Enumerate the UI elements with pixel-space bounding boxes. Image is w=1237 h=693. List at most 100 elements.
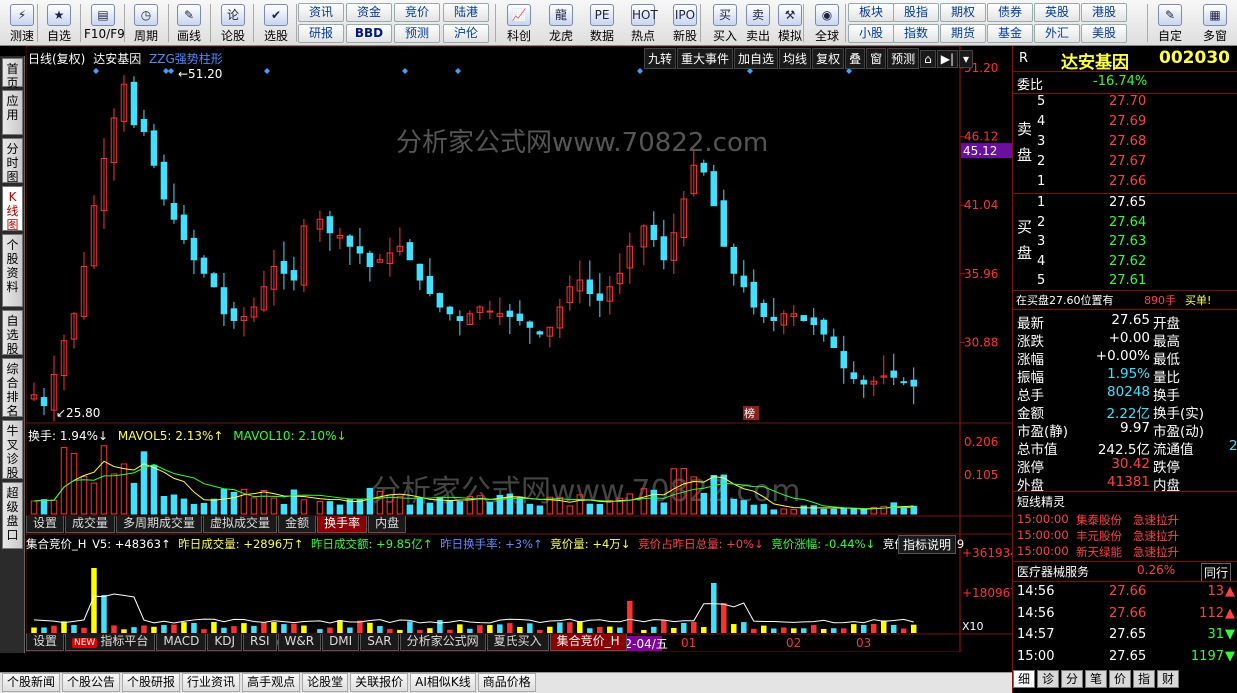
peer-button[interactable]: 同行 xyxy=(1201,563,1232,582)
toolbar-pair-top-7[interactable]: 债券 xyxy=(987,3,1033,22)
quote-tab-5[interactable]: 指 xyxy=(1133,670,1155,688)
toolbar-shuju-button[interactable]: PE 数据 xyxy=(583,2,621,44)
ask-row[interactable]: 5 27.70 xyxy=(1013,94,1237,112)
toolbar-pair-top-4[interactable]: 板块 xyxy=(848,3,894,22)
volume-tab-4[interactable]: 金额 xyxy=(278,516,317,533)
news-tab-4[interactable]: 高手观点 xyxy=(242,673,301,692)
toolbar-pair-bottom-8[interactable]: 外汇 xyxy=(1034,24,1080,43)
chart-top-button-5[interactable]: 叠 xyxy=(845,48,866,69)
chart-tool-icon-2[interactable]: ▾ xyxy=(959,50,974,68)
indicator-tab-0[interactable]: 设置 xyxy=(26,634,65,651)
toolbar-pair-top-1[interactable]: 资金 xyxy=(346,3,392,22)
chart-indicator-name[interactable]: ZZG强势柱形 xyxy=(149,52,223,66)
toolbar-pair-top-5[interactable]: 股指 xyxy=(893,3,939,22)
news-tab-0[interactable]: 个股新闻 xyxy=(2,673,61,692)
toolbar-pair-top-8[interactable]: 英股 xyxy=(1034,3,1080,22)
left-tab-4[interactable]: 个 股 资 料 xyxy=(2,234,23,307)
toolbar-zhouqi-button[interactable]: ◷ 周期 xyxy=(127,2,165,44)
toolbar-xuangu-button[interactable]: ✔ 选股 xyxy=(257,2,295,44)
news-tab-7[interactable]: AI相似K线 xyxy=(410,673,476,692)
elf-row[interactable]: 15:00:00 新天绿能 急速拉升 xyxy=(1013,544,1237,562)
indicator-tab-4[interactable]: RSI xyxy=(243,634,277,651)
left-tab-3[interactable]: K 线 图 xyxy=(2,186,23,232)
left-tab-7[interactable]: 牛 叉 诊 股 xyxy=(2,420,23,480)
toolbar-f10-button[interactable]: ▤ F10/F9 xyxy=(84,2,125,44)
bid-row[interactable]: 4 27.62 xyxy=(1013,254,1237,272)
volume-tab-5[interactable]: 换手率 xyxy=(317,516,368,533)
toolbar-pair-top-0[interactable]: 资讯 xyxy=(298,3,344,22)
toolbar-huaxian-button[interactable]: ✎ 画线 xyxy=(170,2,208,44)
toolbar-pair-bottom-6[interactable]: 期货 xyxy=(940,24,986,43)
chart-top-button-3[interactable]: 均线 xyxy=(779,48,812,69)
kline-chart-svg[interactable]: 51.2046.1241.0435.9630.8845.12分析家公式网www.… xyxy=(25,45,1018,653)
chart-top-button-7[interactable]: 预测 xyxy=(887,48,920,69)
indicator-tab-1[interactable]: NEW 指标平台 xyxy=(65,634,156,651)
indicator-tab-3[interactable]: KDJ xyxy=(207,634,242,651)
chart-top-button-4[interactable]: 复权 xyxy=(812,48,845,69)
left-tab-0[interactable]: 首 页 xyxy=(2,58,23,90)
ask-row[interactable]: 2 27.67 xyxy=(1013,154,1237,172)
chart-top-button-1[interactable]: 重大事件 xyxy=(677,48,734,69)
quote-tab-2[interactable]: 分 xyxy=(1061,670,1083,688)
toolbar-pair-bottom-3[interactable]: 沪伦 xyxy=(443,24,489,43)
indicator-tab-8[interactable]: 分析家公式网 xyxy=(399,634,486,651)
toolbar-zixuan-button[interactable]: ★ 自选 xyxy=(40,2,78,44)
news-tab-2[interactable]: 个股研报 xyxy=(122,673,181,692)
indicator-tab-7[interactable]: SAR xyxy=(360,634,399,651)
toolbar-pair-top-6[interactable]: 期权 xyxy=(940,3,986,22)
news-tab-8[interactable]: 商品价格 xyxy=(477,673,536,692)
toolbar-pair-bottom-9[interactable]: 美股 xyxy=(1081,24,1127,43)
toolbar-zidingyi-button[interactable]: ✎ 自定 xyxy=(1151,2,1189,44)
news-tab-3[interactable]: 行业资讯 xyxy=(182,673,241,692)
toolbar-duochuang-button[interactable]: ▦ 多窗 xyxy=(1196,2,1234,44)
bid-row[interactable]: 1 27.65 xyxy=(1013,195,1237,213)
quote-tab-3[interactable]: 笔 xyxy=(1085,670,1107,688)
ask-row[interactable]: 1 27.66 xyxy=(1013,174,1237,192)
left-tab-1[interactable]: 应 用 xyxy=(2,90,23,135)
toolbar-pair-bottom-1[interactable]: BBD xyxy=(346,24,392,43)
bid-row[interactable]: 2 27.64 xyxy=(1013,215,1237,233)
indicator-tab-5[interactable]: W&R xyxy=(277,634,322,651)
toolbar-pair-top-9[interactable]: 港股 xyxy=(1081,3,1127,22)
indicator-help-button[interactable]: 指标说明 xyxy=(898,535,957,554)
quote-tab-6[interactable]: 财 xyxy=(1157,670,1179,688)
left-tab-6[interactable]: 综 合 排 名 xyxy=(2,358,23,418)
toolbar-pair-bottom-7[interactable]: 基金 xyxy=(987,24,1033,43)
chart-top-button-2[interactable]: 加自选 xyxy=(734,48,779,69)
kline-chart-area[interactable]: 51.20 46.12 41.04 35.96 30.88 45.12 分析家公式网www.… xyxy=(25,45,1018,653)
news-tab-1[interactable]: 个股公告 xyxy=(62,673,121,692)
chart-top-button-0[interactable]: 九转 xyxy=(644,48,677,69)
volume-tab-6[interactable]: 内盘 xyxy=(368,516,407,533)
toolbar-pair-bottom-0[interactable]: 研报 xyxy=(298,24,344,43)
ask-row[interactable]: 3 27.68 xyxy=(1013,134,1237,152)
indicator-tab-9[interactable]: 夏氏买入 xyxy=(486,634,549,651)
toolbar-pair-top-2[interactable]: 竞价 xyxy=(394,3,440,22)
quote-tab-4[interactable]: 价 xyxy=(1109,670,1131,688)
toolbar-quanqiu-button[interactable]: ◉ 全球 xyxy=(808,2,846,44)
quote-tab-1[interactable]: 诊 xyxy=(1037,670,1059,688)
volume-tab-0[interactable]: 设置 xyxy=(26,516,65,533)
toolbar-lungu-button[interactable]: 论论股 xyxy=(214,2,252,44)
indicator-tab-6[interactable]: DMI xyxy=(322,634,360,651)
news-tab-5[interactable]: 论股堂 xyxy=(302,673,349,692)
toolbar-longhu-button[interactable]: 龍龙虎 xyxy=(542,2,580,44)
volume-tab-3[interactable]: 虚拟成交量 xyxy=(203,516,278,533)
chart-top-button-6[interactable]: 窗 xyxy=(866,48,887,69)
toolbar-pair-bottom-2[interactable]: 预测 xyxy=(394,24,440,43)
quote-tab-0[interactable]: 细 xyxy=(1013,670,1035,688)
indicator-tab-10[interactable]: 集合竞价_H xyxy=(549,634,627,651)
indicator-tab-2[interactable]: MACD xyxy=(156,634,207,651)
left-tab-8[interactable]: 超 级 盘 口 xyxy=(2,482,23,549)
volume-tab-2[interactable]: 多周期成交量 xyxy=(116,516,203,533)
chart-tool-icon-1[interactable]: ▶| xyxy=(936,50,959,68)
toolbar-pair-bottom-4[interactable]: 小股 xyxy=(848,24,894,43)
bid-row[interactable]: 3 27.63 xyxy=(1013,234,1237,252)
toolbar-xingu-button[interactable]: IPO 新股 xyxy=(666,2,704,44)
sector-row[interactable]: 医疗器械服务 0.26% 同行 xyxy=(1013,563,1237,582)
volume-tab-1[interactable]: 成交量 xyxy=(65,516,116,533)
chart-tool-icon-0[interactable]: ⌂ xyxy=(920,50,936,68)
ask-row[interactable]: 4 27.69 xyxy=(1013,114,1237,132)
left-tab-2[interactable]: 分 时 图 xyxy=(2,138,23,184)
toolbar-pair-top-3[interactable]: 陆港 xyxy=(443,3,489,22)
news-tab-6[interactable]: 关联报价 xyxy=(350,673,409,692)
